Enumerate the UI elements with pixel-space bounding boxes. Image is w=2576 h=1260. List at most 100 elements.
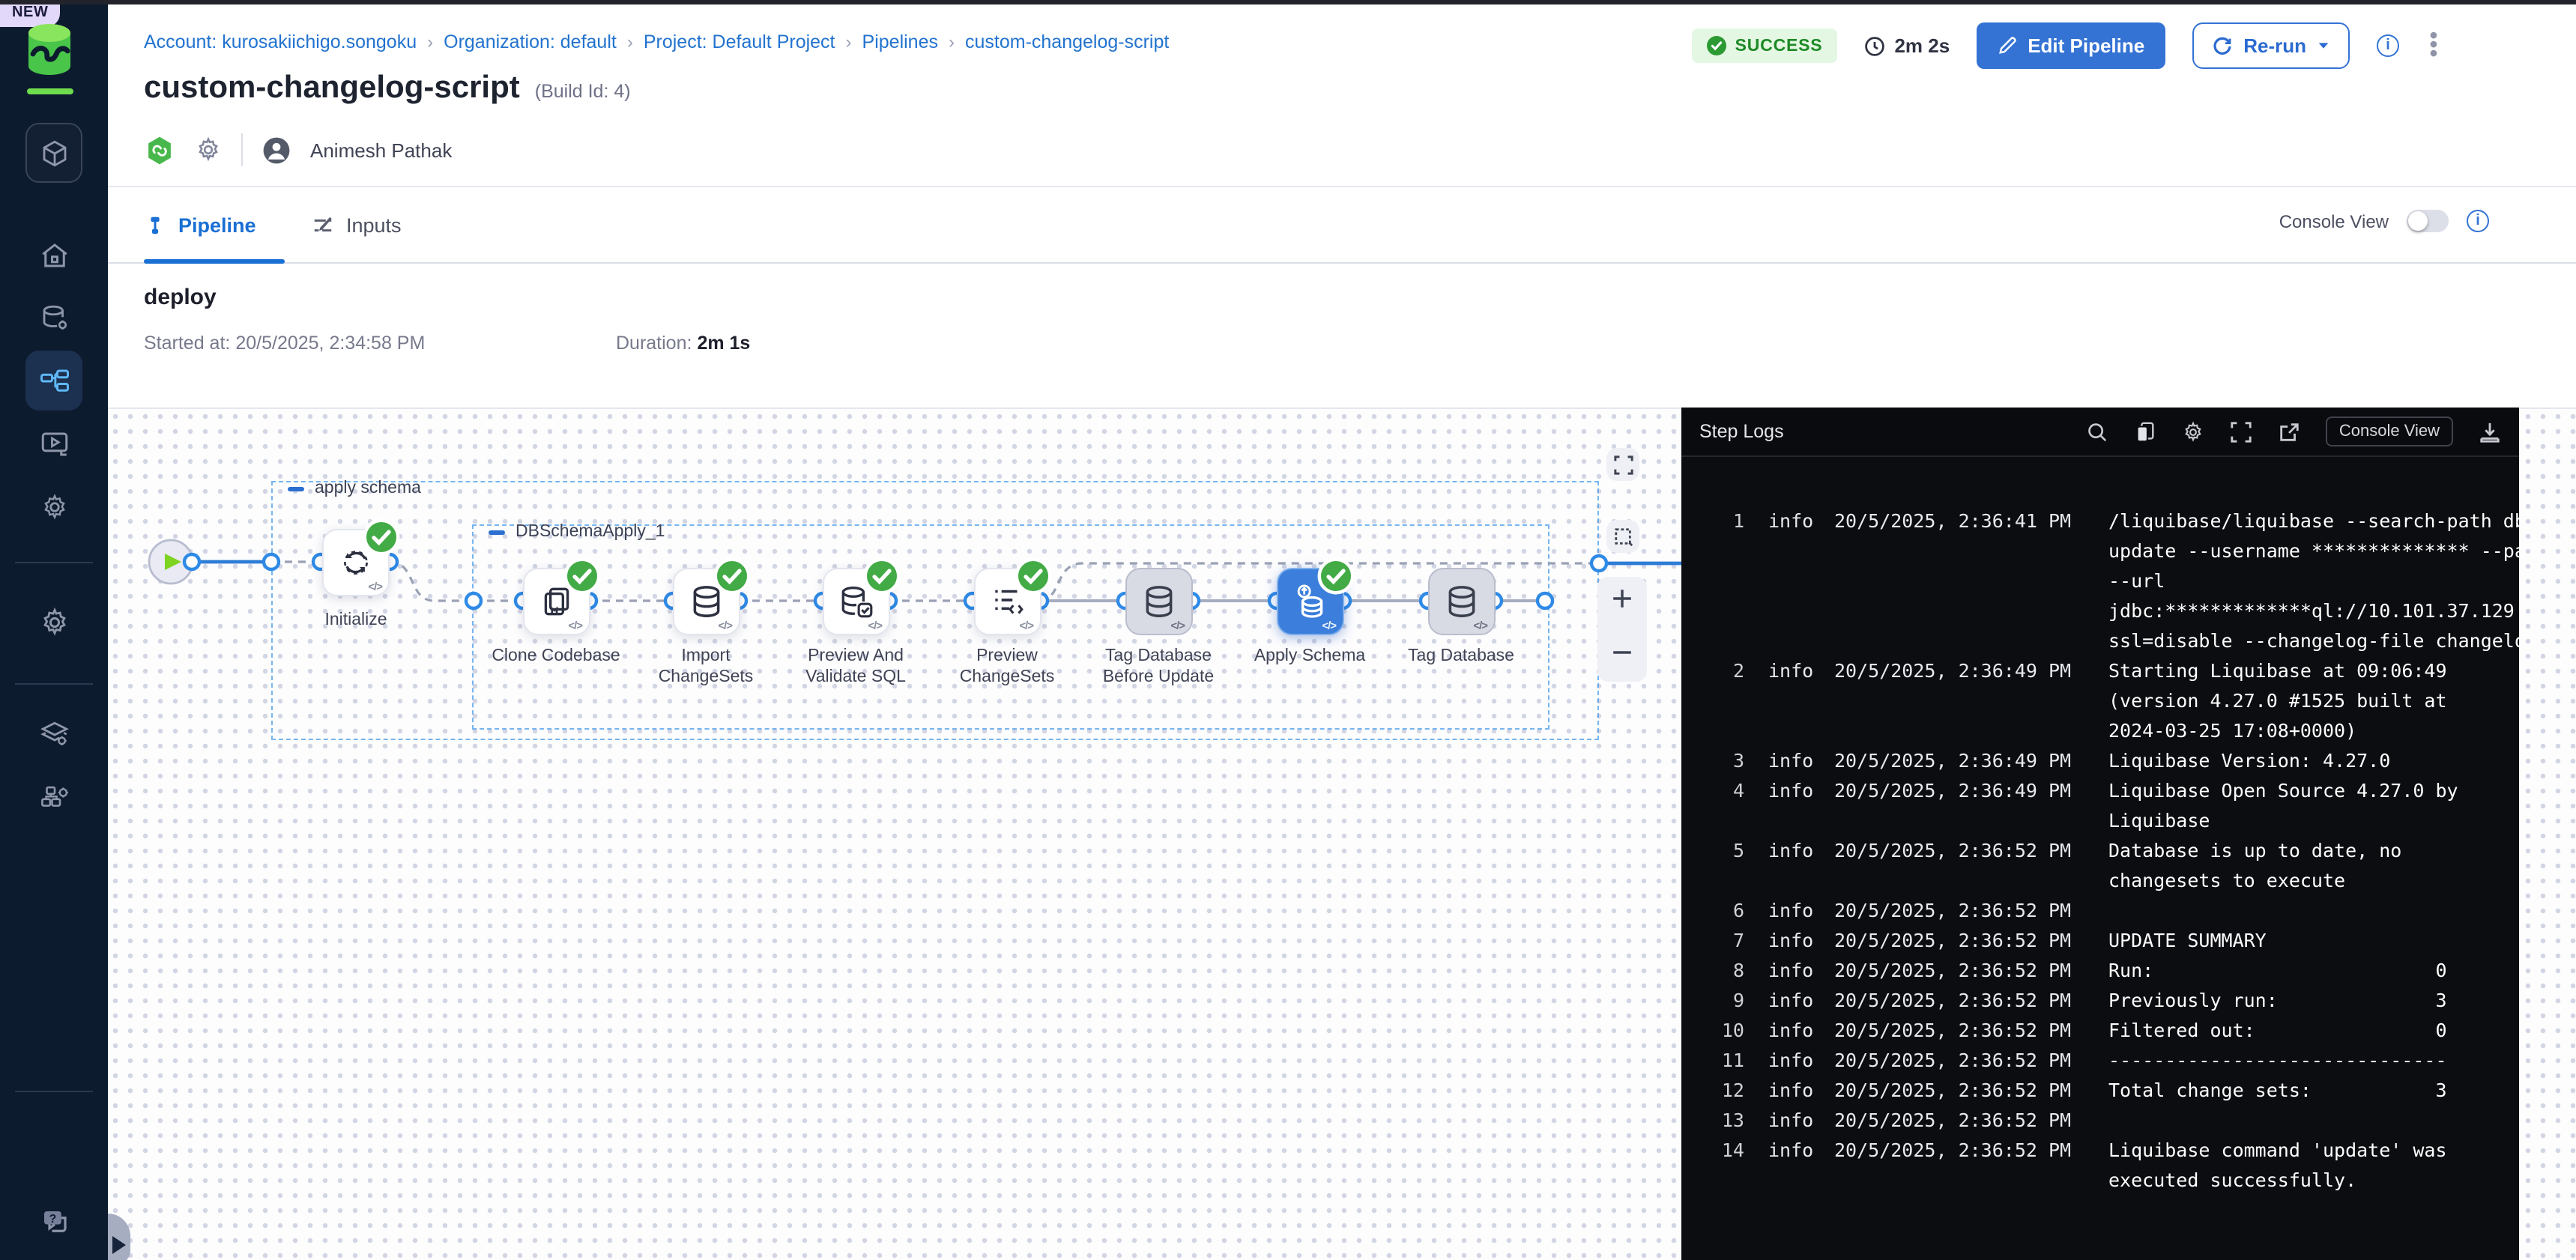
log-line: Liquibase xyxy=(1693,806,2519,836)
database-devops-logo-icon[interactable] xyxy=(24,22,75,76)
log-line: 4info20/5/2025, 2:36:49 PMLiquibase Open… xyxy=(1693,776,2519,806)
console-view-toggle[interactable] xyxy=(2407,210,2449,232)
step-label-clone-codebase: Clone Codebase xyxy=(487,646,625,667)
log-timestamp: 20/5/2025, 2:36:52 PM xyxy=(1834,986,2086,1016)
sidebar-item-layers-settings-icon[interactable] xyxy=(25,704,82,764)
step-label-import-changesets: Import ChangeSets xyxy=(637,646,775,688)
step-node-preview-changesets[interactable]: </> xyxy=(973,567,1041,634)
download-icon[interactable] xyxy=(2479,420,2501,443)
step-node-tag-database[interactable]: </> xyxy=(1427,567,1495,634)
title-row: custom-changelog-script (Build Id: 4) xyxy=(144,70,631,106)
sidebar: NEW ? xyxy=(0,0,108,1260)
zoom-in-icon[interactable] xyxy=(1599,575,1645,629)
log-timestamp: 20/5/2025, 2:36:52 PM xyxy=(1834,1136,2086,1166)
log-message: Total change sets: 3 xyxy=(2108,1076,2447,1106)
step-node-initialize[interactable]: </> xyxy=(322,528,390,596)
sidebar-item-project-settings-gear-icon[interactable] xyxy=(25,592,82,652)
breadcrumb-link[interactable]: Organization: default xyxy=(444,31,617,52)
rerun-button[interactable]: Re-run xyxy=(2192,22,2350,69)
copy-icon[interactable] xyxy=(2134,420,2156,443)
log-timestamp: 20/5/2025, 2:36:52 PM xyxy=(1834,956,2086,986)
step-logs-header: Step Logs Console View xyxy=(1681,408,2519,457)
sidebar-item-hierarchy-settings-icon[interactable] xyxy=(25,767,82,827)
sidebar-item-home-icon[interactable] xyxy=(25,225,82,285)
log-message: /liquibase/liquibase --search-path db xyxy=(2108,506,2519,536)
log-line: (version 4.27.0 #1525 built at xyxy=(1693,686,2519,716)
log-line-number xyxy=(1693,686,1744,716)
expand-panel-handle[interactable] xyxy=(108,1214,130,1260)
step-node-clone-codebase[interactable]: </> xyxy=(522,567,590,634)
code-icon: </> xyxy=(368,579,382,593)
tab-pipeline[interactable]: Pipeline xyxy=(144,187,256,264)
sidebar-item-gear-small-icon[interactable] xyxy=(25,476,82,536)
sidebar-item-database-settings-icon[interactable] xyxy=(25,288,82,348)
database-settings-icon xyxy=(38,302,70,333)
log-level: info xyxy=(1768,896,1831,926)
edit-pipeline-button[interactable]: Edit Pipeline xyxy=(1977,22,2165,69)
collapse-icon[interactable] xyxy=(288,486,304,491)
console-view-button[interactable]: Console View xyxy=(2326,417,2453,446)
page-title: custom-changelog-script xyxy=(144,70,520,106)
collapse-icon[interactable] xyxy=(489,530,505,534)
stage-duration: Duration: 2m 1s xyxy=(616,333,1065,354)
step-node-preview-and-validate-sql[interactable]: </> xyxy=(822,567,889,634)
log-level xyxy=(1768,806,1831,836)
group-label-dbschemaapply[interactable]: DBSchemaApply_1 xyxy=(489,523,665,541)
log-line: 9info20/5/2025, 2:36:52 PMPreviously run… xyxy=(1693,986,2519,1016)
breadcrumb-link[interactable]: Account: kurosakiichigo.songoku xyxy=(144,31,417,52)
sidebar-item-module-cube-icon[interactable] xyxy=(25,123,82,183)
log-level: info xyxy=(1768,836,1831,866)
log-line-number: 12 xyxy=(1693,1076,1744,1106)
log-timestamp: 20/5/2025, 2:36:49 PM xyxy=(1834,656,2086,686)
zoom-out-icon[interactable] xyxy=(1599,629,1645,683)
sidebar-item-pipelines-icon[interactable] xyxy=(25,351,82,411)
fit-view-icon[interactable] xyxy=(1606,448,1639,481)
gear-icon[interactable] xyxy=(195,136,222,163)
step-logs-body[interactable]: 1info20/5/2025, 2:36:41 PM/liquibase/liq… xyxy=(1681,457,2519,1196)
info-icon[interactable]: i xyxy=(2467,210,2489,232)
log-line-number: 2 xyxy=(1693,656,1744,686)
help-chat-icon[interactable]: ? xyxy=(25,1191,82,1251)
group-label-apply-schema[interactable]: apply schema xyxy=(288,479,421,497)
search-icon[interactable] xyxy=(2086,420,2108,443)
step-label-tag-database: Tag Database xyxy=(1392,646,1530,667)
log-message: ------------------------------ xyxy=(2108,1046,2447,1076)
breadcrumb-link[interactable]: Project: Default Project xyxy=(644,31,835,52)
tab-inputs[interactable]: Inputs xyxy=(312,187,402,264)
log-level: info xyxy=(1768,776,1831,806)
log-line: 8info20/5/2025, 2:36:52 PMRun: 0 xyxy=(1693,956,2519,986)
hierarchy-settings-icon xyxy=(38,781,70,813)
log-message: jdbc:*************ql://10.101.37.129 xyxy=(2108,596,2515,626)
sidebar-item-executions-icon[interactable] xyxy=(25,414,82,473)
log-level xyxy=(1768,566,1831,596)
sidebar-divider xyxy=(15,562,93,563)
log-message: Previously run: 3 xyxy=(2108,986,2447,1016)
log-line: --url xyxy=(1693,566,2519,596)
home-icon xyxy=(38,239,70,270)
tab-bar: Pipeline Inputs Console View i xyxy=(108,186,2576,264)
log-line: 10info20/5/2025, 2:36:52 PMFiltered out:… xyxy=(1693,1016,2519,1046)
more-options-icon[interactable]: ••• xyxy=(2426,32,2441,59)
status-text: SUCCESS xyxy=(1735,37,1823,55)
step-node-apply-schema[interactable]: </> xyxy=(1276,567,1343,634)
success-check-icon xyxy=(563,557,600,594)
marquee-select-icon[interactable] xyxy=(1606,520,1639,553)
open-in-new-icon[interactable] xyxy=(2278,420,2300,443)
log-line: 13info20/5/2025, 2:36:52 PM xyxy=(1693,1106,2519,1136)
stage-name: deploy xyxy=(144,285,217,310)
info-icon[interactable]: i xyxy=(2377,34,2399,57)
fullscreen-icon[interactable] xyxy=(2230,420,2252,443)
settings-gear-icon[interactable] xyxy=(2182,420,2204,443)
step-label-initialize: Initialize xyxy=(287,610,425,631)
log-line: 11info20/5/2025, 2:36:52 PM-------------… xyxy=(1693,1046,2519,1076)
breadcrumb-link[interactable]: custom-changelog-script xyxy=(965,31,1169,52)
pipeline-chain-icon xyxy=(144,134,175,166)
log-line: 6info20/5/2025, 2:36:52 PM xyxy=(1693,896,2519,926)
log-message: Filtered out: 0 xyxy=(2108,1016,2447,1046)
breadcrumb-link[interactable]: Pipelines xyxy=(862,31,938,52)
log-timestamp: 20/5/2025, 2:36:52 PM xyxy=(1834,1046,2086,1076)
tab-pipeline-label: Pipeline xyxy=(178,214,256,237)
step-node-import-changesets[interactable]: </> xyxy=(672,567,740,634)
step-node-tag-database-before-update[interactable]: </> xyxy=(1125,567,1192,634)
code-icon: </> xyxy=(1170,618,1185,631)
